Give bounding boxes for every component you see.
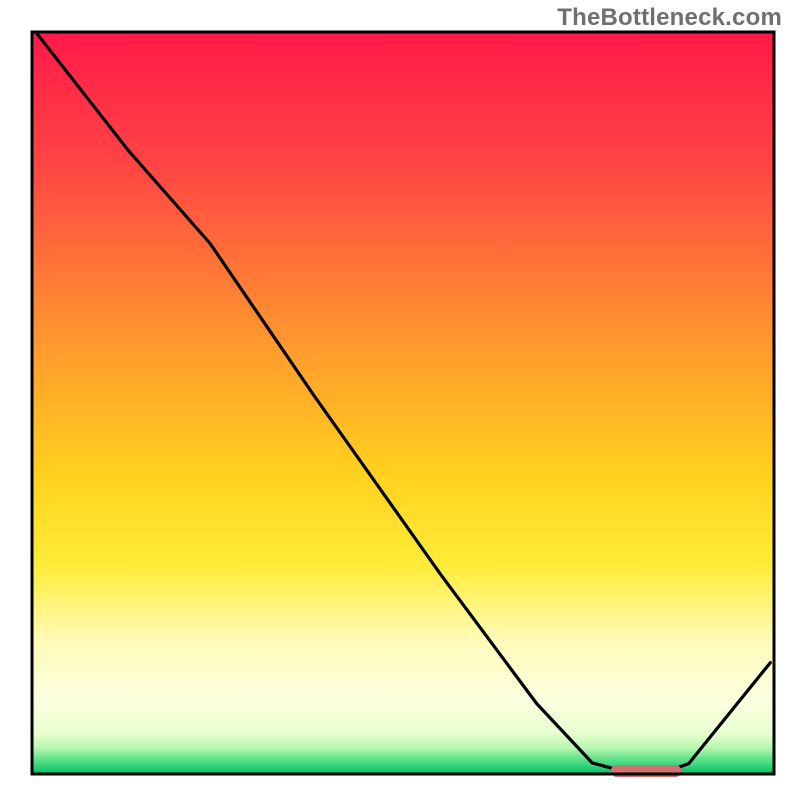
watermark-label: TheBottleneck.com <box>557 4 782 32</box>
chart-root: TheBottleneck.com <box>0 0 800 800</box>
gradient-plot-area <box>32 32 774 774</box>
chart-svg <box>0 0 800 800</box>
